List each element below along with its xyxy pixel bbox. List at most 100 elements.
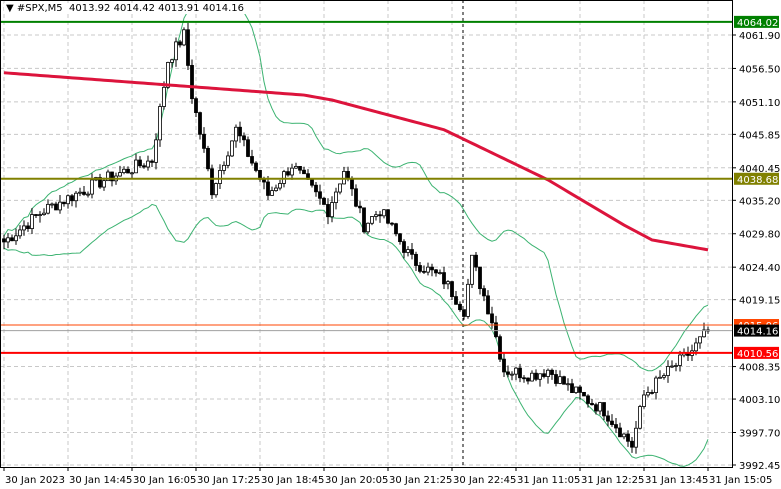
price-chart[interactable]: 4061.904056.504051.104045.854040.454035.…: [0, 0, 781, 489]
candle-body: [282, 171, 286, 184]
level-label-support: 4010.56: [737, 349, 778, 360]
candle-body: [378, 214, 382, 217]
candle-body: [646, 392, 650, 396]
candle-body: [542, 373, 546, 377]
candle-body: [266, 181, 270, 196]
candle-body: [450, 281, 454, 297]
candle-body: [558, 376, 562, 384]
collapse-triangle-icon[interactable]: ▼: [6, 3, 14, 14]
candle-body: [134, 159, 138, 174]
candle-body: [374, 214, 378, 217]
candle-body: [62, 201, 66, 205]
candle-body: [90, 179, 94, 195]
candle-body: [534, 372, 538, 380]
candle-body: [6, 237, 10, 243]
x-tick-label: 31 Jan 13:45: [645, 475, 708, 486]
candle-body: [222, 164, 226, 171]
high-value: 4014.42: [113, 3, 155, 14]
candle-body: [394, 223, 398, 235]
candle-body: [614, 424, 618, 429]
candle-body: [278, 183, 282, 189]
candle-body: [286, 171, 290, 176]
candle-body: [642, 394, 646, 407]
candle-body: [550, 369, 554, 375]
candle-body: [38, 214, 42, 216]
candle-body: [238, 126, 242, 137]
candle-body: [622, 433, 626, 438]
candle-body: [570, 383, 574, 394]
candle-body: [362, 207, 366, 233]
candle-body: [274, 187, 278, 192]
candle-body: [50, 203, 54, 206]
candle-body: [398, 233, 402, 242]
low-value: 4013.91: [158, 3, 200, 14]
candle-body: [390, 222, 394, 225]
candle-body: [606, 415, 610, 422]
candle-body: [698, 336, 702, 344]
candle-body: [122, 168, 126, 173]
candle-body: [154, 139, 158, 163]
candle-body: [530, 372, 534, 382]
candle-body: [318, 191, 322, 199]
candle-body: [70, 195, 74, 202]
candle-body: [582, 391, 586, 397]
candle-body: [462, 309, 466, 317]
candle-body: [198, 112, 202, 135]
candle-body: [610, 420, 614, 425]
candle-body: [298, 166, 302, 171]
candle-body: [598, 402, 602, 412]
candle-body: [638, 406, 642, 429]
candle-body: [170, 59, 174, 63]
symbol-label: #SPX,M5: [16, 3, 63, 14]
candle-body: [322, 197, 326, 205]
candle-body: [342, 171, 346, 185]
candle-body: [190, 65, 194, 100]
level-label-resistance-high: 4064.02: [737, 18, 778, 29]
candle-body: [158, 106, 162, 141]
candle-body: [42, 212, 46, 215]
y-tick-label: 3997.70: [739, 428, 780, 439]
candle-body: [22, 225, 26, 231]
candle-body: [2, 238, 6, 243]
chart-window[interactable]: ▼ #SPX,M5 4013.92 4014.42 4013.91 4014.1…: [0, 0, 781, 489]
candle-body: [302, 169, 306, 175]
candle-body: [86, 193, 90, 196]
candle-body: [194, 98, 198, 114]
candle-body: [434, 269, 438, 274]
candle-body: [490, 313, 494, 324]
candle-body: [654, 377, 658, 393]
x-tick-label: 30 Jan 18:45: [261, 475, 324, 486]
candle-body: [538, 373, 542, 380]
candle-body: [578, 386, 582, 393]
candle-body: [30, 214, 34, 229]
candle-body: [694, 342, 698, 352]
candle-body: [518, 367, 522, 379]
candle-body: [334, 191, 338, 203]
candle-body: [478, 266, 482, 290]
x-tick-label: 30 Jan 21:25: [389, 475, 452, 486]
candle-body: [466, 283, 470, 317]
candle-body: [414, 253, 418, 266]
candle-body: [546, 369, 550, 377]
candle-body: [650, 392, 654, 394]
candle-body: [350, 178, 354, 190]
candle-body: [562, 376, 566, 385]
y-tick-label: 4003.10: [739, 395, 780, 406]
y-tick-label: 4061.90: [739, 31, 780, 42]
candle-body: [630, 440, 634, 448]
candle-body: [670, 365, 674, 368]
x-tick-label: 31 Jan 12:25: [581, 475, 644, 486]
candle-body: [210, 168, 214, 196]
x-tick-label: 30 Jan 22:45: [453, 475, 516, 486]
candle-body: [382, 209, 386, 217]
candle-body: [502, 358, 506, 373]
level-label-current-price: 4014.16: [737, 327, 778, 338]
candle-body: [486, 295, 490, 315]
moving-average-line: [3, 71, 709, 252]
candle-body: [470, 254, 474, 285]
candle-body: [590, 403, 594, 406]
candle-body: [458, 303, 462, 311]
candle-body: [554, 374, 558, 384]
y-tick-label: 3992.45: [739, 461, 780, 472]
candle-body: [78, 191, 82, 194]
